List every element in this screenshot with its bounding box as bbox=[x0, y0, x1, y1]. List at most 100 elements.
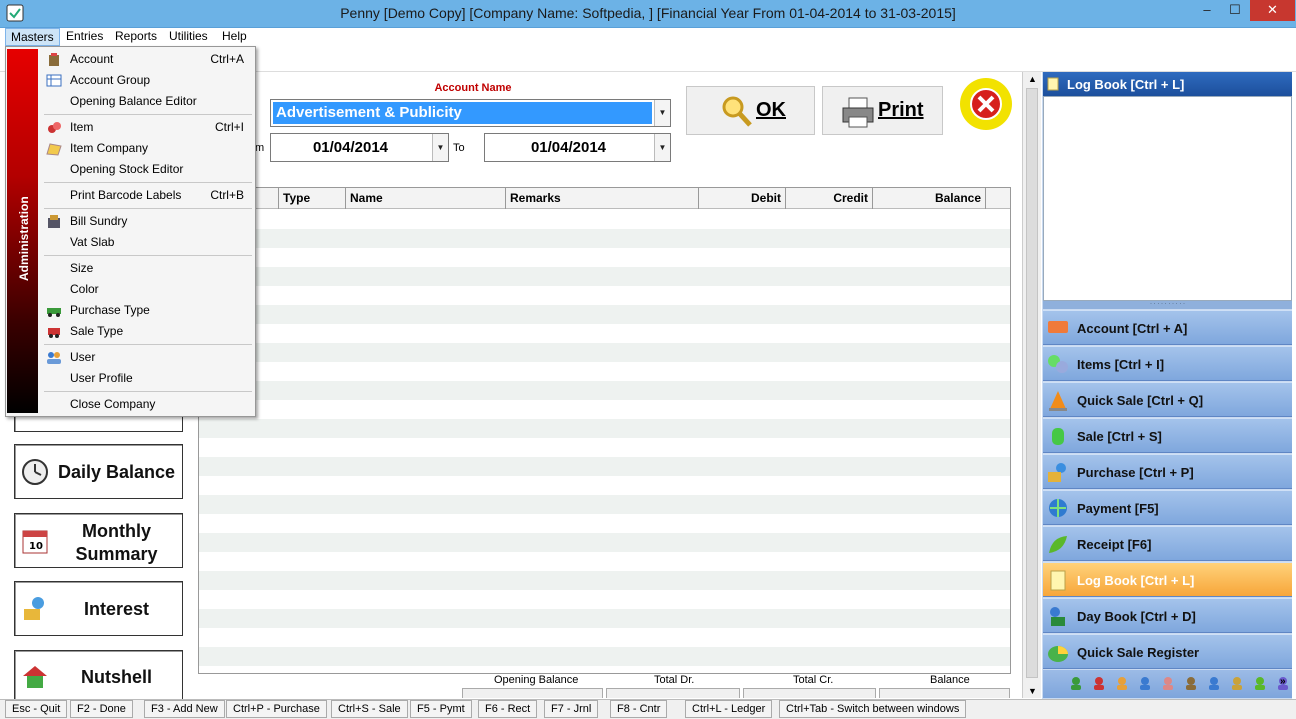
menu-item-user[interactable]: User bbox=[42, 347, 254, 368]
minimize-button[interactable]: – bbox=[1193, 0, 1221, 21]
table-row[interactable] bbox=[199, 457, 1010, 476]
chevron-down-icon[interactable]: ▼ bbox=[654, 134, 670, 161]
maximize-button[interactable]: ☐ bbox=[1221, 0, 1249, 21]
menu-item-opening-balance-editor[interactable]: Opening Balance Editor bbox=[42, 91, 254, 112]
quick-tool-icon[interactable] bbox=[1091, 675, 1107, 691]
table-row[interactable] bbox=[199, 286, 1010, 305]
quick-tool-icon[interactable] bbox=[1160, 675, 1176, 691]
nav-button-receipt-f6[interactable]: Receipt [F6] bbox=[1043, 526, 1292, 561]
quick-tool-icon[interactable] bbox=[1183, 675, 1199, 691]
table-row[interactable] bbox=[199, 514, 1010, 533]
close-window-button[interactable]: ✕ bbox=[1250, 0, 1295, 21]
table-row[interactable] bbox=[199, 324, 1010, 343]
table-row[interactable] bbox=[199, 362, 1010, 381]
menu-item-size[interactable]: Size bbox=[42, 258, 254, 279]
column-header-remarks[interactable]: Remarks bbox=[506, 188, 699, 209]
table-row[interactable] bbox=[199, 305, 1010, 324]
account-combo[interactable]: Advertisement & Publicity ▼ bbox=[270, 99, 671, 127]
notepad-icon bbox=[1047, 77, 1059, 91]
status-item: F7 - Jrnl bbox=[544, 700, 599, 718]
column-header-name[interactable]: Name bbox=[346, 188, 506, 209]
table-row[interactable] bbox=[199, 210, 1010, 229]
log-book-body[interactable] bbox=[1043, 96, 1292, 301]
menu-item-item[interactable]: Item Ctrl+I bbox=[42, 117, 254, 138]
table-row[interactable] bbox=[199, 229, 1010, 248]
column-header-balance[interactable]: Balance bbox=[873, 188, 986, 209]
scroll-down-icon[interactable]: ▼ bbox=[1023, 686, 1042, 696]
menu-separator bbox=[44, 114, 252, 115]
vertical-scrollbar[interactable]: ▲ ▼ bbox=[1022, 72, 1041, 698]
quick-tool-icon[interactable] bbox=[1137, 675, 1153, 691]
table-row[interactable] bbox=[199, 476, 1010, 495]
menu-item-account-group[interactable]: Account Group bbox=[42, 70, 254, 91]
column-header-credit[interactable]: Credit bbox=[786, 188, 873, 209]
menu-item-close-company[interactable]: Close Company bbox=[42, 394, 254, 415]
menu-item-color[interactable]: Color bbox=[42, 279, 254, 300]
column-header-type[interactable]: Type bbox=[279, 188, 346, 209]
menu-item-sale-type[interactable]: Sale Type bbox=[42, 321, 254, 342]
table-row[interactable] bbox=[199, 343, 1010, 362]
menu-help[interactable]: Help bbox=[217, 28, 252, 46]
nav-button-label: Day Book [Ctrl + D] bbox=[1077, 609, 1196, 624]
table-row[interactable] bbox=[199, 609, 1010, 628]
table-row[interactable] bbox=[199, 419, 1010, 438]
menu-item-label: User bbox=[70, 350, 96, 364]
table-row[interactable] bbox=[199, 533, 1010, 552]
menu-item-account[interactable]: Account Ctrl+A bbox=[42, 49, 254, 70]
table-row[interactable] bbox=[199, 495, 1010, 514]
scroll-thumb[interactable] bbox=[1026, 88, 1038, 678]
quick-tool-icon[interactable] bbox=[1206, 675, 1222, 691]
nav-button-sale-ctrl-s[interactable]: Sale [Ctrl + S] bbox=[1043, 418, 1292, 453]
quick-tool-icon[interactable] bbox=[1114, 675, 1130, 691]
menu-reports[interactable]: Reports bbox=[110, 28, 162, 46]
monthly-summary-button[interactable]: 10 Monthly Summary bbox=[14, 513, 183, 568]
menu-item-item-company[interactable]: Item Company bbox=[42, 138, 254, 159]
close-icon[interactable] bbox=[958, 77, 1014, 131]
nutshell-button[interactable]: Nutshell bbox=[14, 650, 183, 700]
column-header-debit[interactable]: Debit bbox=[699, 188, 786, 209]
to-date-field[interactable]: 01/04/2014 ▼ bbox=[484, 133, 671, 162]
menu-item-opening-stock-editor[interactable]: Opening Stock Editor bbox=[42, 159, 254, 180]
nav-button-day-book-ctrl-d[interactable]: Day Book [Ctrl + D] bbox=[1043, 598, 1292, 633]
app-icon[interactable] bbox=[6, 4, 24, 22]
panel-splitter[interactable]: · · · · · · · · · · bbox=[1043, 301, 1292, 309]
table-row[interactable] bbox=[199, 647, 1010, 666]
table-row[interactable] bbox=[199, 590, 1010, 609]
quick-tool-icon[interactable] bbox=[1068, 675, 1084, 691]
quick-tool-icon[interactable] bbox=[1252, 675, 1268, 691]
table-row[interactable] bbox=[199, 438, 1010, 457]
menu-masters[interactable]: Masters bbox=[5, 28, 60, 46]
menu-entries[interactable]: Entries bbox=[61, 28, 108, 46]
chevron-down-icon[interactable]: ▼ bbox=[654, 100, 670, 126]
print-button[interactable]: Print bbox=[822, 86, 943, 135]
nav-button-quick-sale-register[interactable]: Quick Sale Register bbox=[1043, 634, 1292, 669]
quick-tool-icon[interactable] bbox=[1229, 675, 1245, 691]
menu-item-vat-slab[interactable]: Vat Slab bbox=[42, 232, 254, 253]
ok-button[interactable]: OK bbox=[686, 86, 815, 135]
nav-button-payment-f5[interactable]: Payment [F5] bbox=[1043, 490, 1292, 525]
nav-button-log-book-ctrl-l[interactable]: Log Book [Ctrl + L] bbox=[1043, 562, 1292, 597]
daily-balance-button[interactable]: Daily Balance bbox=[14, 444, 183, 499]
table-row[interactable] bbox=[199, 571, 1010, 590]
nav-button-purchase-ctrl-p[interactable]: Purchase [Ctrl + P] bbox=[1043, 454, 1292, 489]
menu-item-purchase-type[interactable]: Purchase Type bbox=[42, 300, 254, 321]
table-row[interactable] bbox=[199, 248, 1010, 267]
interest-button[interactable]: Interest bbox=[14, 581, 183, 636]
more-tools-icon[interactable]: » bbox=[1280, 676, 1286, 687]
from-date-field[interactable]: 01/04/2014 ▼ bbox=[270, 133, 449, 162]
nav-button-account-ctrl-a[interactable]: Account [Ctrl + A] bbox=[1043, 310, 1292, 345]
nav-button-items-ctrl-i[interactable]: Items [Ctrl + I] bbox=[1043, 346, 1292, 381]
menu-item-user-profile[interactable]: User Profile bbox=[42, 368, 254, 389]
table-row[interactable] bbox=[199, 267, 1010, 286]
chevron-down-icon[interactable]: ▼ bbox=[432, 134, 448, 161]
quick-icons-bar: » bbox=[1043, 670, 1292, 698]
menu-item-bill-sundry[interactable]: Bill Sundry bbox=[42, 211, 254, 232]
table-row[interactable] bbox=[199, 628, 1010, 647]
nav-button-quick-sale-ctrl-q[interactable]: Quick Sale [Ctrl + Q] bbox=[1043, 382, 1292, 417]
table-row[interactable] bbox=[199, 400, 1010, 419]
table-row[interactable] bbox=[199, 381, 1010, 400]
table-row[interactable] bbox=[199, 552, 1010, 571]
menu-utilities[interactable]: Utilities bbox=[164, 28, 213, 46]
scroll-up-icon[interactable]: ▲ bbox=[1023, 74, 1042, 84]
menu-item-print-barcode-labels[interactable]: Print Barcode Labels Ctrl+B bbox=[42, 185, 254, 206]
